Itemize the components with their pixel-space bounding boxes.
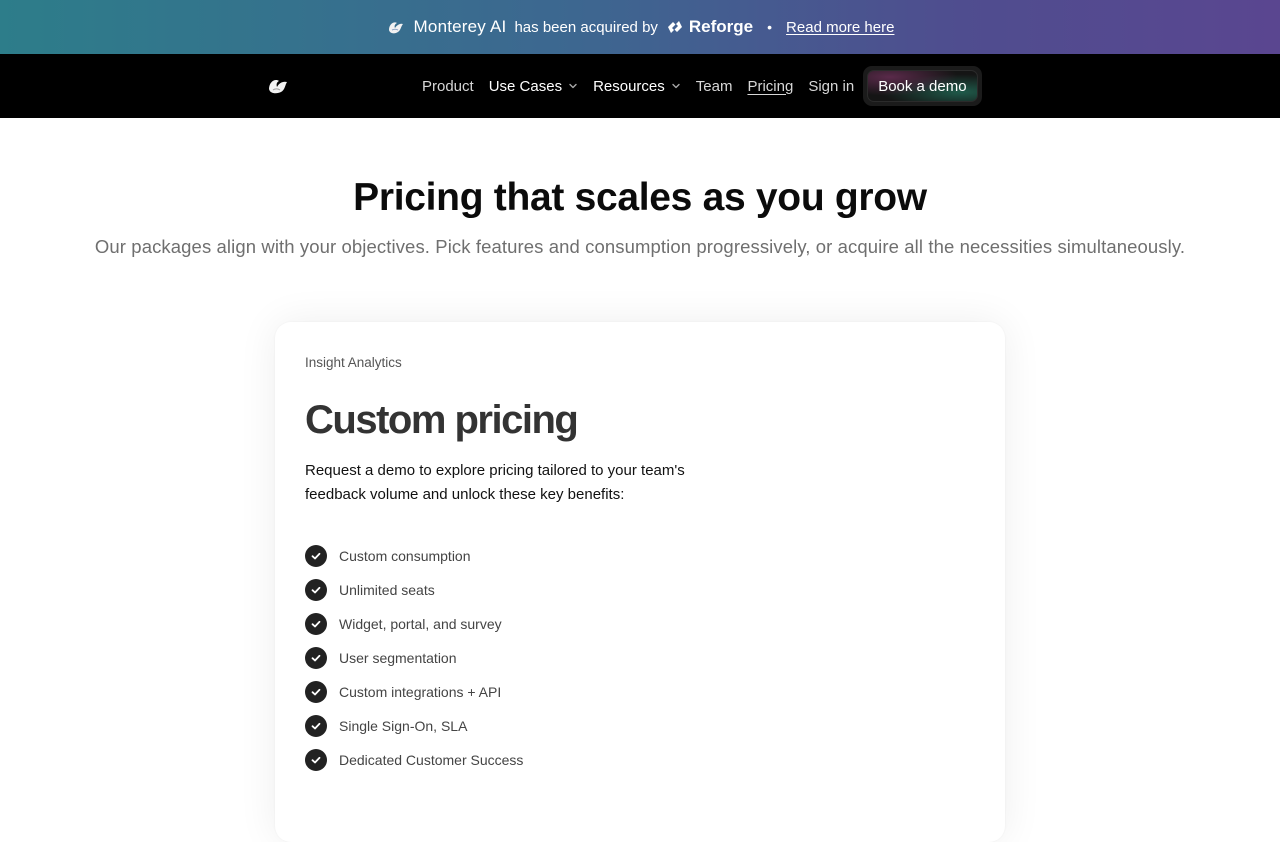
feature-label: User segmentation <box>339 650 457 666</box>
nav-item-team[interactable]: Team <box>696 78 733 95</box>
chevron-down-icon <box>569 83 577 89</box>
nav-item-pricing[interactable]: Pricing <box>747 78 793 95</box>
pricing-card: Insight Analytics Custom pricing Request… <box>275 322 1005 842</box>
nav-item-use-cases[interactable]: Use Cases <box>489 78 578 95</box>
nav-item-label: Product <box>422 77 474 95</box>
feature-item: Single Sign-On, SLA <box>305 709 1005 743</box>
announcement-brand-name: Monterey AI <box>413 17 507 36</box>
feature-list: Custom consumption Unlimited seats Widge… <box>305 539 1005 777</box>
bird-logo-icon[interactable] <box>266 74 290 98</box>
nav-item-label: Team <box>695 77 733 95</box>
check-circle-icon <box>305 681 327 703</box>
page-subtitle: Our packages align with your objectives.… <box>94 236 1186 257</box>
monterey-logo-icon <box>386 17 406 37</box>
announcement-bar: Monterey AI has been acquired by Reforge… <box>0 0 1280 54</box>
feature-label: Custom integrations + API <box>339 684 502 700</box>
feature-item: Widget, portal, and survey <box>305 607 1005 641</box>
reforge-name: Reforge <box>688 17 754 36</box>
separator-dot: • <box>767 19 773 35</box>
check-circle-icon <box>305 647 327 669</box>
read-more-link[interactable]: Read more here <box>786 19 894 36</box>
nav-item-label: Resources <box>593 77 665 95</box>
feature-label: Widget, portal, and survey <box>339 616 502 632</box>
book-demo-button[interactable]: Book a demo <box>867 70 978 102</box>
feature-item: Custom consumption <box>305 539 1005 573</box>
book-demo-wrapper: Book a demo <box>863 66 982 106</box>
feature-label: Custom consumption <box>339 548 471 564</box>
plan-name: Insight Analytics <box>305 355 402 370</box>
chevron-down-icon <box>672 83 680 89</box>
check-circle-icon <box>305 749 327 771</box>
announcement-brand: Monterey AI <box>386 17 507 37</box>
reforge-logo-icon <box>666 19 684 35</box>
nav-item-label: Sign in <box>808 77 855 95</box>
feature-item: Unlimited seats <box>305 573 1005 607</box>
top-navigation: Product Use Cases Resources Team Pricing… <box>0 54 1280 118</box>
plan-price: Custom pricing <box>305 398 579 442</box>
pricing-hero: Pricing that scales as you grow Our pack… <box>0 176 1280 258</box>
nav-item-label: Pricing <box>747 77 794 95</box>
check-circle-icon <box>305 579 327 601</box>
nav-item-sign-in[interactable]: Sign in <box>808 78 854 95</box>
feature-label: Unlimited seats <box>339 582 435 598</box>
page-title: Pricing that scales as you grow <box>353 176 927 219</box>
feature-label: Single Sign-On, SLA <box>339 718 468 734</box>
nav-item-resources[interactable]: Resources <box>593 78 681 95</box>
check-circle-icon <box>305 715 327 737</box>
nav-item-label: Use Cases <box>488 77 563 95</box>
feature-item: Dedicated Customer Success <box>305 743 1005 777</box>
feature-item: Custom integrations + API <box>305 675 1005 709</box>
check-circle-icon <box>305 613 327 635</box>
nav-item-product[interactable]: Product <box>422 78 474 95</box>
announcement-text: has been acquired by <box>514 18 658 36</box>
feature-item: User segmentation <box>305 641 1005 675</box>
plan-description: Request a demo to explore pricing tailor… <box>305 462 685 503</box>
nav-links: Product Use Cases Resources Team Pricing… <box>422 54 982 118</box>
feature-label: Dedicated Customer Success <box>339 752 524 768</box>
reforge-brand: Reforge <box>666 17 753 37</box>
check-circle-icon <box>305 545 327 567</box>
